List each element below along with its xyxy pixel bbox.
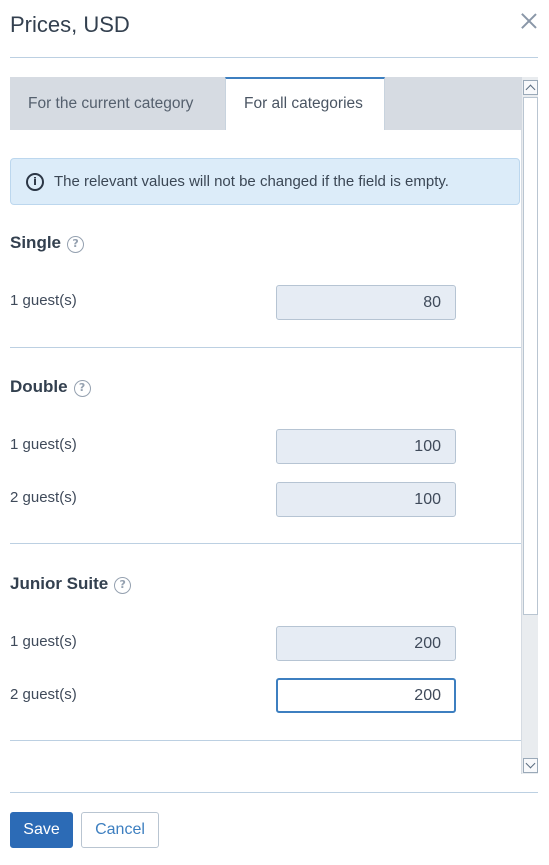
price-input-junior-suite-2[interactable] xyxy=(276,678,456,713)
title-divider xyxy=(10,57,538,58)
section-divider xyxy=(10,543,521,544)
scroll-thumb[interactable] xyxy=(523,97,538,615)
help-icon[interactable]: ? xyxy=(73,380,91,397)
info-banner: i The relevant values will not be change… xyxy=(10,158,520,205)
price-input-junior-suite-1[interactable] xyxy=(276,626,456,661)
scroll-up-icon[interactable] xyxy=(523,80,538,95)
vertical-scrollbar[interactable] xyxy=(521,77,538,774)
tab-all-categories[interactable]: For all categories xyxy=(225,77,385,130)
scroll-down-icon[interactable] xyxy=(523,758,538,773)
price-input-single-1[interactable] xyxy=(276,285,456,320)
section-divider xyxy=(10,347,521,348)
cancel-button[interactable]: Cancel xyxy=(81,812,159,848)
guest-label: 2 guest(s) xyxy=(10,686,77,703)
section-title-junior-suite: Junior Suite? xyxy=(10,574,132,594)
section-title-text: Double xyxy=(10,377,68,396)
help-icon[interactable]: ? xyxy=(67,236,85,253)
price-input-double-2[interactable] xyxy=(276,482,456,517)
guest-label: 1 guest(s) xyxy=(10,292,77,309)
section-title-text: Junior Suite xyxy=(10,574,109,593)
section-title-single: Single? xyxy=(10,233,85,253)
guest-label: 1 guest(s) xyxy=(10,436,77,453)
info-text: The relevant values will not be changed … xyxy=(54,173,449,190)
section-divider xyxy=(10,740,521,741)
guest-label: 2 guest(s) xyxy=(10,489,77,506)
price-input-double-1[interactable] xyxy=(276,429,456,464)
tab-bar: For the current category For all categor… xyxy=(10,77,521,130)
info-icon: i xyxy=(26,173,44,191)
dialog-content[interactable]: For the current category For all categor… xyxy=(10,77,521,774)
footer-divider xyxy=(10,792,538,793)
dialog-title: Prices, USD xyxy=(10,12,130,37)
section-title-double: Double? xyxy=(10,377,91,397)
guest-label: 1 guest(s) xyxy=(10,633,77,650)
close-icon[interactable] xyxy=(518,10,540,32)
help-icon[interactable]: ? xyxy=(114,577,132,594)
tab-current-category[interactable]: For the current category xyxy=(10,77,225,130)
save-button[interactable]: Save xyxy=(10,812,73,848)
section-title-text: Single xyxy=(10,233,62,252)
